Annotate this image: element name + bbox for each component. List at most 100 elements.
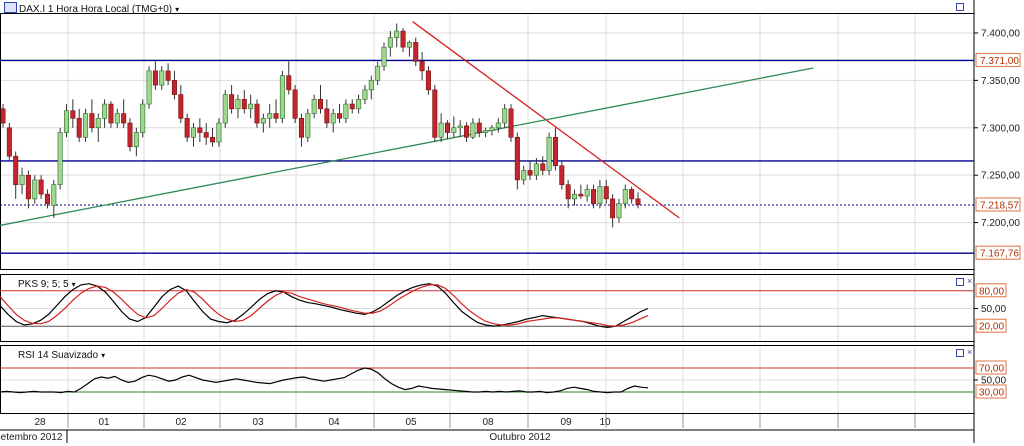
candle-down <box>508 108 514 138</box>
candle-up <box>216 122 222 143</box>
candle-down <box>38 179 44 195</box>
close-icon[interactable]: × <box>967 277 972 286</box>
candle-up <box>260 117 266 124</box>
indicator-marker-label: 70,00 <box>979 364 1004 375</box>
candle-up <box>305 113 311 138</box>
candle-up <box>616 203 622 219</box>
candle-down <box>70 110 76 119</box>
candle-down <box>400 30 406 48</box>
chart-stage: 7.400,00 7.350,00 7.300,00 7.250,00 7.200,00… <box>0 0 1024 443</box>
candle-down <box>286 75 292 91</box>
candle-down <box>197 127 203 133</box>
maximize-icon[interactable] <box>956 349 964 357</box>
candle-down <box>317 99 323 110</box>
candle-down <box>629 189 635 200</box>
price-marker-label: 7.218,57 <box>980 200 1019 211</box>
x-day-label: 03 <box>252 417 264 428</box>
pks-panel-title: PKS 9; 5; 5 <box>18 279 69 290</box>
candle-up <box>381 46 387 67</box>
x-day-label: 28 <box>34 417 46 428</box>
candle-up <box>521 170 527 181</box>
candle-up <box>394 30 400 39</box>
grid-group <box>0 14 974 414</box>
chevron-down-icon[interactable]: ▾ <box>101 351 105 360</box>
price-marker-label: 7.167,76 <box>980 249 1019 260</box>
candle-up <box>114 113 120 124</box>
candle-down <box>184 117 190 138</box>
candle-up <box>51 184 57 206</box>
candle-up <box>248 103 254 110</box>
candle-up <box>406 42 412 48</box>
candle-down <box>152 70 158 86</box>
close-icon[interactable]: × <box>967 348 972 357</box>
candle-down <box>464 125 470 138</box>
candle-down <box>425 70 431 91</box>
y-tick-label: 7.350,00 <box>981 76 1020 87</box>
price-marker-label: 7.371,00 <box>980 56 1019 67</box>
candle-up <box>19 174 25 185</box>
candle-up <box>546 136 552 171</box>
candle-down <box>476 122 482 133</box>
rsi-panel-header[interactable]: RSI 14 Suavizado ▾ <box>18 350 105 361</box>
candle-up <box>356 99 362 110</box>
candle-up <box>470 122 476 138</box>
candle-down <box>610 198 616 219</box>
candle-down <box>44 193 50 204</box>
candle-up <box>533 163 539 176</box>
candle-down <box>178 94 184 119</box>
candle-up <box>362 89 368 100</box>
candle-down <box>6 127 12 157</box>
chevron-down-icon[interactable]: ▾ <box>72 280 76 289</box>
candle-down <box>419 61 425 72</box>
candle-down <box>540 163 546 171</box>
candle-down <box>527 170 533 176</box>
candle-down <box>603 186 609 200</box>
candle-down <box>229 94 235 110</box>
chevron-down-icon[interactable]: ▾ <box>175 5 179 14</box>
candle-down <box>210 136 216 143</box>
candle-up <box>279 75 285 119</box>
candle-down <box>324 108 330 124</box>
candle-up <box>584 189 590 197</box>
maximize-icon[interactable] <box>956 3 964 11</box>
candle-down <box>298 117 304 138</box>
candle-down <box>121 113 127 124</box>
candle-up <box>133 132 139 148</box>
candle-down <box>432 89 438 138</box>
candle-down <box>127 122 133 148</box>
x-day-label: 10 <box>599 417 611 428</box>
x-day-label: 04 <box>328 417 340 428</box>
candle-down <box>349 103 355 110</box>
price-panel-header[interactable]: DAX.I 1 Hora Hora Local (TMG+0) ▾ <box>4 2 179 15</box>
pks-panel-header[interactable]: PKS 9; 5; 5 ▾ <box>18 279 76 290</box>
candle-down <box>273 113 279 119</box>
candle-down <box>578 193 584 197</box>
chart-icon <box>4 2 17 13</box>
x-day-label: 01 <box>98 417 110 428</box>
maximize-icon[interactable] <box>956 278 964 286</box>
candles-group <box>0 23 641 228</box>
indicator-marker-label: 30,00 <box>979 388 1004 399</box>
candle-down <box>565 184 571 200</box>
candle-down <box>552 136 558 167</box>
candle-up <box>483 130 489 133</box>
candle-down <box>13 155 19 185</box>
candle-up <box>368 80 374 91</box>
indicator-marker-label: 80,00 <box>979 286 1004 297</box>
candle-up <box>343 103 349 119</box>
panel-frame <box>0 13 975 270</box>
candle-up <box>438 122 444 138</box>
rsi-panel-title: RSI 14 Suavizado <box>18 350 99 361</box>
y-tick-label: 50,00 <box>981 304 1006 315</box>
y-tick-label: 7.400,00 <box>981 28 1020 39</box>
candle-up <box>95 117 101 129</box>
y-tick-label: 7.300,00 <box>981 123 1020 134</box>
candle-up <box>235 99 241 110</box>
candle-up <box>622 189 628 204</box>
dax-chart: 7.400,00 7.350,00 7.300,00 7.250,00 7.200,00… <box>0 0 1021 443</box>
candle-up <box>140 103 146 133</box>
candle-up <box>489 127 495 131</box>
candle-down <box>89 113 95 129</box>
candle-down <box>241 99 247 110</box>
candle-down <box>444 122 450 133</box>
